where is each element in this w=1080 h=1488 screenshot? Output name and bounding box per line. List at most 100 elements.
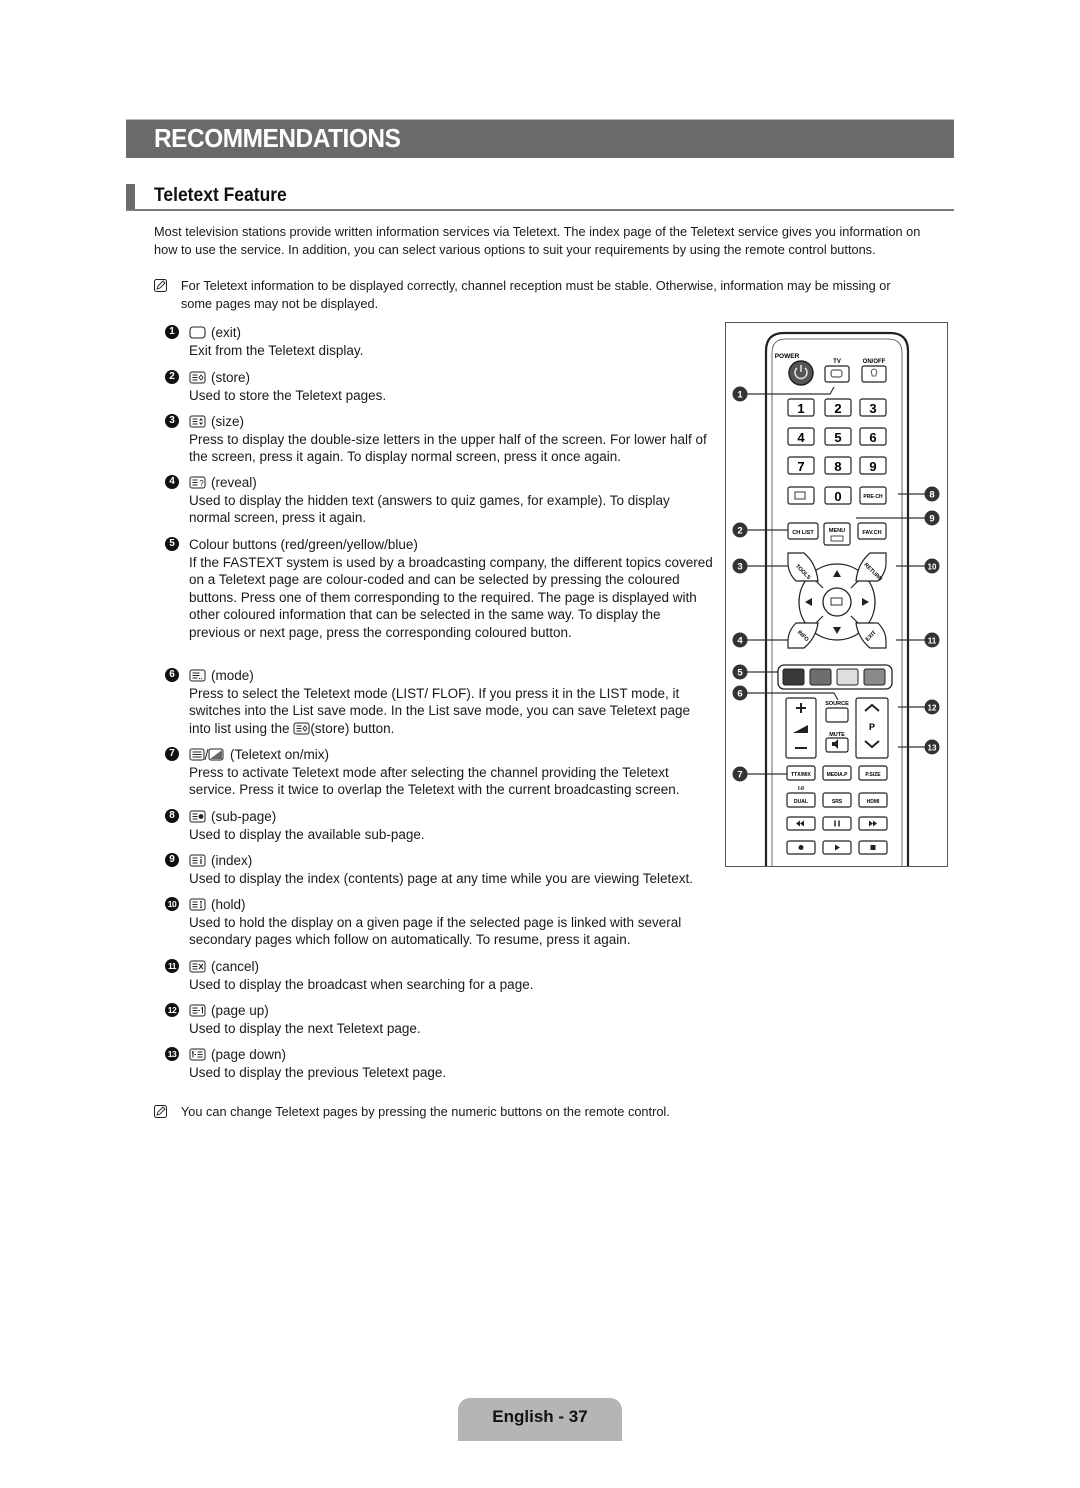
- number-badge: 12: [165, 1003, 179, 1017]
- srs-label: SRS: [832, 799, 843, 805]
- mode-icon: [189, 669, 206, 682]
- description-text: (store) button.: [310, 720, 395, 736]
- light-button: [861, 365, 887, 383]
- item-label: (sub-page): [211, 809, 277, 824]
- item-description: Used to display the broadcast when searc…: [189, 977, 534, 992]
- callout-number: 5: [737, 668, 743, 679]
- digit-7-label: 7: [797, 459, 804, 474]
- item-description: Used to store the Teletext pages.: [189, 388, 387, 403]
- item-description: Exit from the Teletext display.: [189, 343, 364, 358]
- page-up-icon: [189, 1004, 206, 1017]
- ttx-mix-label: TTX/MIX: [791, 772, 811, 778]
- callouts-left: 1 2 3 4 5 6 7: [732, 386, 748, 782]
- note-reception: For Teletext information to be displayed…: [154, 277, 954, 312]
- number-badge: 10: [165, 897, 179, 911]
- number-badge: 11: [165, 959, 179, 973]
- number-badge: 6: [165, 668, 179, 682]
- exit-icon: [189, 326, 206, 339]
- colour-button-3: [836, 668, 859, 686]
- item-description: If the FASTEXT system is used by a broad…: [189, 555, 713, 640]
- reveal-icon: ?: [189, 476, 206, 489]
- number-badge: 8: [165, 809, 179, 823]
- item-label: (store): [211, 370, 251, 385]
- callouts-right: 8 9 10 11 12 13: [924, 486, 940, 755]
- section-title: Teletext Feature: [154, 185, 287, 206]
- number-badge: 1: [165, 325, 179, 339]
- item-label: (exit): [211, 325, 241, 340]
- item-description: Press to select the Teletext mode (LIST/…: [189, 685, 714, 737]
- menu-label: MENU: [829, 528, 845, 534]
- colour-button-2: [809, 668, 832, 686]
- svg-text:?: ?: [199, 479, 204, 488]
- item-description: Press to display the double-size letters…: [189, 432, 707, 465]
- callout-number: 7: [737, 770, 742, 781]
- item-label: (reveal): [211, 475, 257, 490]
- number-badge: 7: [165, 747, 179, 761]
- item-description: Used to display the next Teletext page.: [189, 1021, 421, 1036]
- number-badge: 2: [165, 370, 179, 384]
- page-down-icon: [189, 1048, 206, 1061]
- note-text: For Teletext information to be displayed…: [180, 278, 891, 311]
- digit-3-label: 3: [869, 401, 876, 416]
- callout-number: 3: [737, 562, 742, 573]
- number-badge: 3: [165, 414, 179, 428]
- item-label: Colour buttons (red/green/yellow/blue): [189, 537, 418, 552]
- digit-6-label: 6: [869, 430, 876, 445]
- item-description: Used to display the available sub-page.: [189, 827, 425, 842]
- digit-0-label: 0: [834, 489, 841, 504]
- callout-number: 1: [737, 390, 743, 401]
- mute-label: MUTE: [829, 732, 845, 738]
- remote-control-illustration: POWER TV ON/OFF 1 2 34 5 67 8 9 0 PRE-CH CH LI…: [732, 331, 940, 866]
- section-marker: [126, 184, 135, 210]
- callout-number: 4: [737, 636, 743, 647]
- dual-top-label: I-II: [798, 786, 804, 792]
- remote-control-figure: POWER TV ON/OFF 123456789 0 PRE-CH CH LI…: [725, 322, 948, 867]
- page-footer-tab: English - 37: [458, 1398, 622, 1441]
- callout-number: 2: [737, 526, 742, 537]
- onoff-label: ON/OFF: [863, 359, 886, 365]
- source-list-button: [787, 486, 815, 505]
- item-description: Press to activate Teletext mode after se…: [189, 765, 680, 798]
- description-text: Press to select the Teletext mode (LIST/…: [189, 686, 691, 736]
- colour-button-4: [863, 668, 886, 686]
- callout-number: 12: [928, 704, 937, 713]
- menu-button: [823, 522, 851, 546]
- stop-icon: [870, 845, 876, 850]
- dpad-enter-button: [822, 587, 852, 617]
- chapter-banner: RECOMMENDATIONS: [126, 119, 954, 158]
- callout-number: 11: [928, 637, 937, 646]
- item-description: Used to hold the display on a given page…: [189, 915, 682, 948]
- digit-4-label: 4: [797, 430, 805, 445]
- callout-number: 10: [928, 563, 937, 572]
- digit-5-label: 5: [834, 430, 841, 445]
- section-heading: Teletext Feature: [126, 184, 954, 211]
- store-icon: [293, 722, 310, 735]
- prech-label: PRE-CH: [863, 494, 883, 500]
- teletext-mix-icon: [189, 748, 224, 761]
- cancel-icon: [189, 960, 206, 973]
- number-badge: 5: [165, 537, 179, 551]
- dual-label: DUAL: [794, 799, 808, 805]
- power-button: [788, 360, 814, 386]
- chapter-title: RECOMMENDATIONS: [154, 123, 401, 153]
- item-description: Used to display the hidden text (answers…: [189, 493, 670, 526]
- item-label: (page down): [211, 1047, 287, 1062]
- note-numeric-buttons: You can change Teletext pages by pressin…: [154, 1103, 954, 1121]
- source-button: [825, 707, 849, 723]
- digit-buttons: 1 2 3 4 5 6 7 8 9: [787, 398, 887, 475]
- item-description: Used to display the index (contents) pag…: [189, 871, 694, 886]
- callout-number: 13: [928, 744, 937, 753]
- digit-2-label: 2: [834, 401, 841, 416]
- index-icon: [189, 854, 206, 867]
- p-size-label: P.SIZE: [865, 772, 881, 778]
- channel-label: P: [869, 722, 875, 732]
- item-label: (Teletext on/mix): [230, 747, 330, 762]
- callout-number: 9: [929, 514, 934, 525]
- section-divider: [126, 209, 954, 211]
- number-badge: 4: [165, 475, 179, 489]
- digit-1-label: 1: [797, 401, 804, 416]
- hdmi-label: HDMI: [867, 799, 880, 805]
- callout-number: 6: [737, 689, 742, 700]
- intro-paragraph: Most television stations provide written…: [154, 224, 921, 257]
- callout-number: 8: [929, 490, 934, 501]
